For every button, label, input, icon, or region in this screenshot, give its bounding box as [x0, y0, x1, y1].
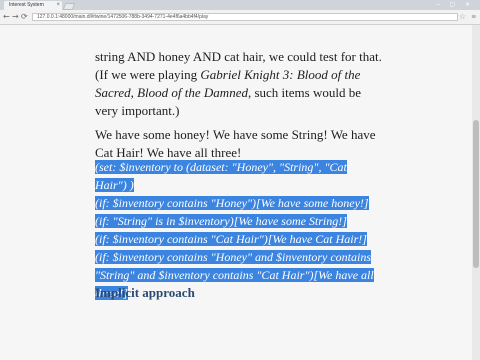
code-line[interactable]: (if: "String" is in $inventory)[We have … — [95, 214, 347, 228]
code-line[interactable]: (if: $inventory contains "Cat Hair")[We … — [95, 232, 367, 246]
back-icon[interactable]: ← — [3, 12, 10, 22]
tab-bar: Interest System × – ▢ ✕ — [0, 0, 480, 10]
menu-icon[interactable]: ≡ — [471, 12, 476, 21]
tab-active[interactable]: Interest System × — [4, 1, 62, 10]
tab-close-icon[interactable]: × — [56, 1, 60, 10]
browser-toolbar: ← → ⟳ 127.0.0.1:48000/main.dll#twine/147… — [0, 10, 480, 25]
reload-icon[interactable]: ⟳ — [21, 12, 28, 22]
scrollbar-thumb[interactable] — [473, 120, 479, 268]
bookmark-star-icon[interactable]: ☆ — [459, 12, 466, 21]
new-tab-button[interactable] — [62, 3, 76, 10]
code-line[interactable]: (if: $inventory contains "Honey" and $in… — [95, 250, 372, 264]
address-bar[interactable]: 127.0.0.1:48000/main.dll#twine/1472506-7… — [32, 13, 458, 21]
code-line[interactable]: (set: $inventory to (dataset: "Honey", "… — [95, 160, 347, 192]
window-controls[interactable]: – ▢ ✕ — [437, 1, 474, 8]
vertical-scrollbar[interactable] — [472, 25, 480, 360]
page-content: string AND honey AND cat hair, we could … — [0, 25, 472, 360]
paragraph-intro: string AND honey AND cat hair, we could … — [95, 48, 385, 120]
tab-title: Interest System — [9, 2, 44, 8]
section-heading: Implicit approach — [95, 285, 195, 300]
browser-window: Interest System × – ▢ ✕ ← → ⟳ 127.0.0.1:… — [0, 0, 480, 360]
paragraph-output: We have some honey! We have some String!… — [95, 127, 376, 160]
forward-icon[interactable]: → — [12, 12, 19, 22]
code-line[interactable]: "String" and $inventory contains "Cat Ha… — [95, 268, 374, 282]
code-line[interactable]: (if: $inventory contains "Honey")[We hav… — [95, 196, 369, 210]
code-block: (set: $inventory to (dataset: "Honey", "… — [95, 158, 381, 302]
